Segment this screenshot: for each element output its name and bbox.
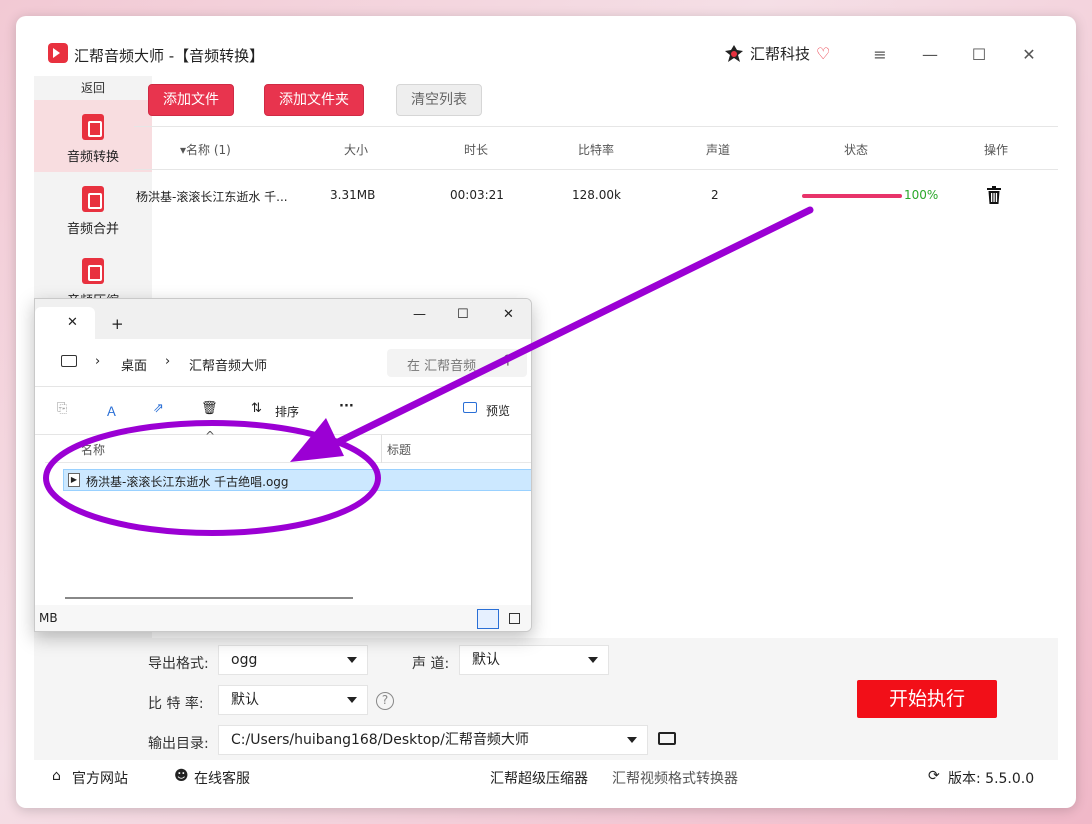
annotation-arrow-line — [326, 206, 814, 450]
annotation-overlay — [43, 206, 814, 536]
annotation-arrow-head — [290, 418, 344, 462]
